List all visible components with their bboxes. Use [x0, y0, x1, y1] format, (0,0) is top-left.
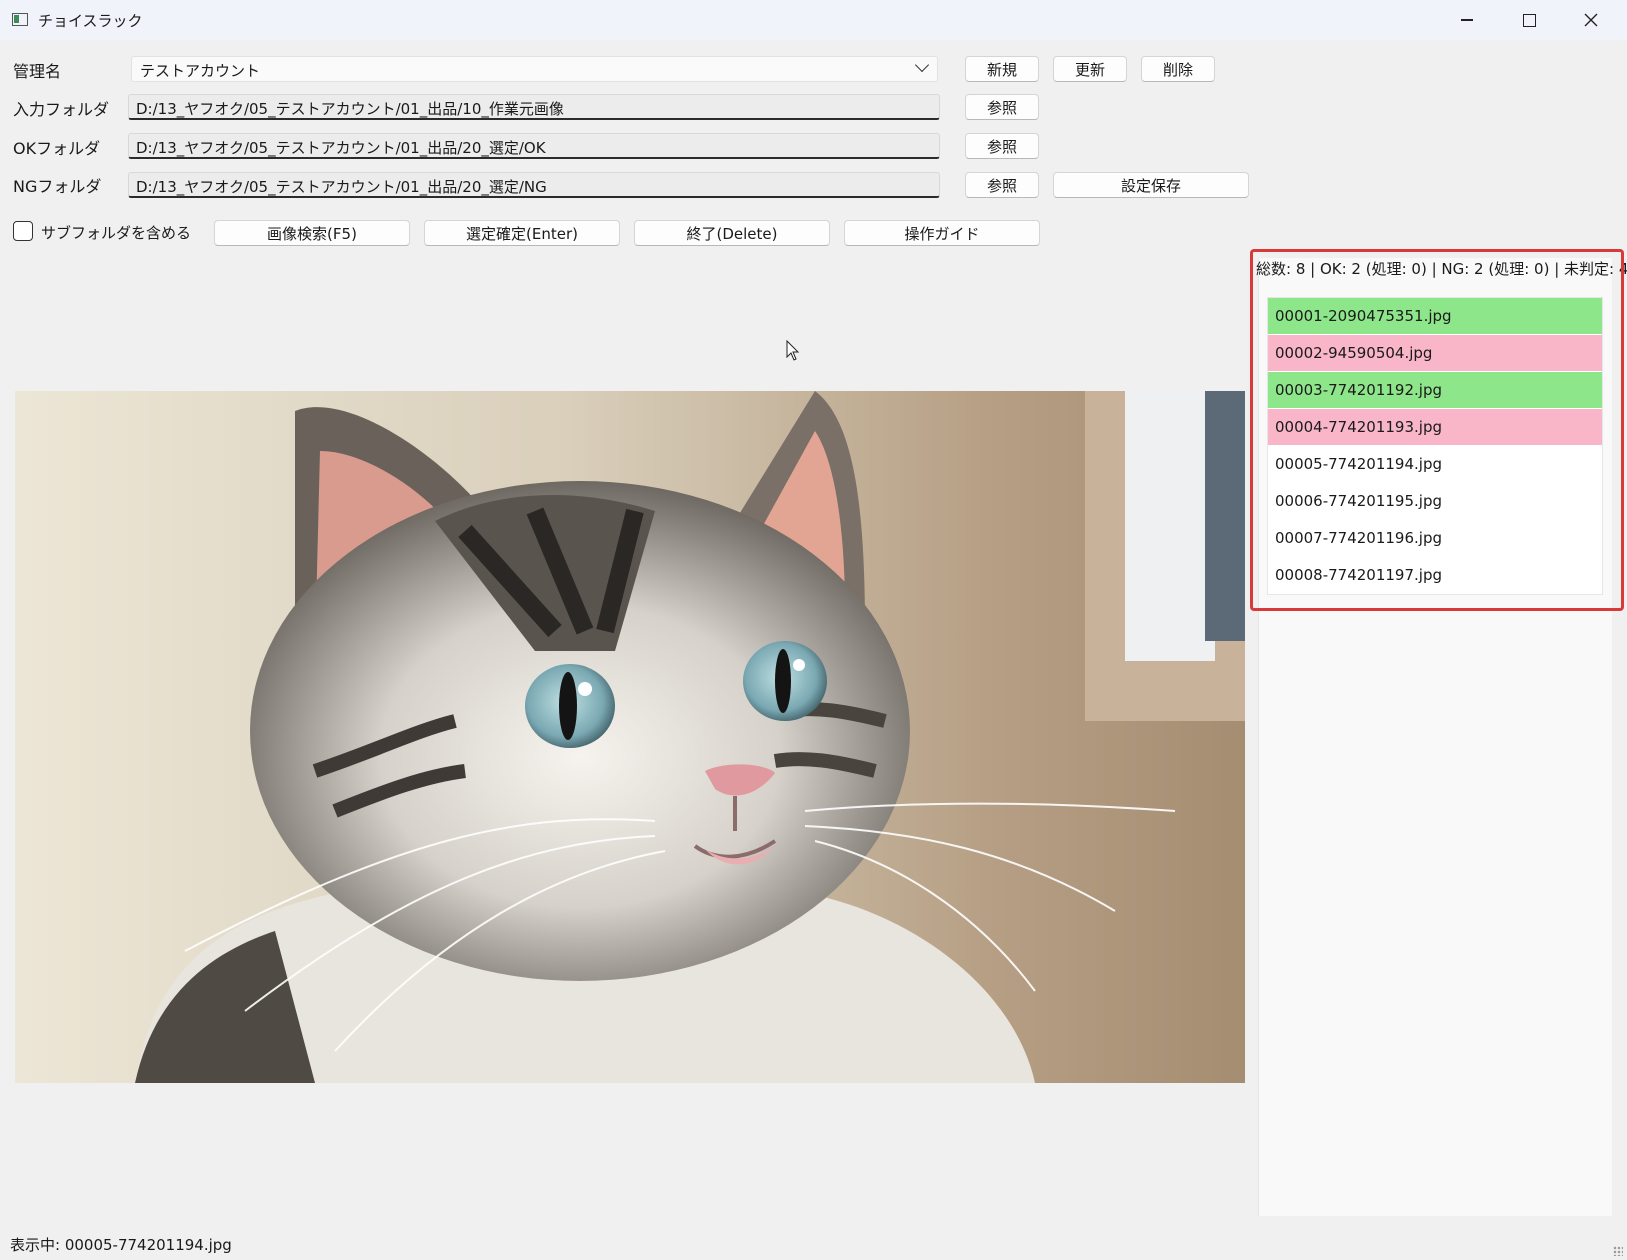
quit-button[interactable]: 終了(Delete) [634, 220, 830, 246]
confirm-selection-button[interactable]: 選定確定(Enter) [424, 220, 620, 246]
input-folder-browse-button[interactable]: 参照 [965, 94, 1039, 120]
status-bar-text: 表示中: 00005-774201194.jpg [10, 1236, 232, 1254]
chevron-down-icon [914, 57, 930, 73]
app-icon [12, 13, 28, 26]
new-button[interactable]: 新規 [965, 56, 1039, 82]
close-button[interactable] [1560, 0, 1622, 40]
account-select-value: テストアカウント [140, 62, 261, 80]
window-title: チョイスラック [38, 12, 143, 30]
ng-folder-label: NGフォルダ [13, 177, 102, 196]
subfolder-checkbox[interactable] [13, 221, 33, 241]
update-button[interactable]: 更新 [1053, 56, 1127, 82]
search-images-button[interactable]: 画像検索(F5) [214, 220, 410, 246]
close-icon [1584, 13, 1598, 27]
maximize-icon [1522, 13, 1536, 27]
ng-folder-browse-button[interactable]: 参照 [965, 172, 1039, 198]
delete-button[interactable]: 削除 [1141, 56, 1215, 82]
subfolder-label: サブフォルダを含める [41, 224, 192, 242]
account-label: 管理名 [13, 62, 62, 81]
kitten-photo [15, 391, 1245, 1083]
ok-folder-browse-button[interactable]: 参照 [965, 133, 1039, 159]
ok-folder-label: OKフォルダ [13, 139, 101, 158]
minimize-icon [1461, 19, 1473, 21]
mouse-cursor-icon [786, 340, 800, 361]
ng-folder-field[interactable]: D:/13_ヤフオク/05_テストアカウント/01_出品/20_選定/NG [128, 172, 940, 198]
guide-button[interactable]: 操作ガイド [844, 220, 1040, 246]
minimize-button[interactable] [1436, 0, 1498, 40]
title-bar: チョイスラック [0, 0, 1627, 40]
save-settings-button[interactable]: 設定保存 [1053, 172, 1249, 198]
account-select[interactable]: テストアカウント [131, 56, 938, 82]
input-folder-label: 入力フォルダ [13, 100, 110, 119]
preview-image [15, 391, 1245, 1083]
highlight-box [1250, 249, 1624, 611]
resize-grip-icon[interactable] [1613, 1246, 1623, 1256]
input-folder-field[interactable]: D:/13_ヤフオク/05_テストアカウント/01_出品/10_作業元画像 [128, 94, 940, 120]
ok-folder-field[interactable]: D:/13_ヤフオク/05_テストアカウント/01_出品/20_選定/OK [128, 133, 940, 159]
maximize-button[interactable] [1498, 0, 1560, 40]
